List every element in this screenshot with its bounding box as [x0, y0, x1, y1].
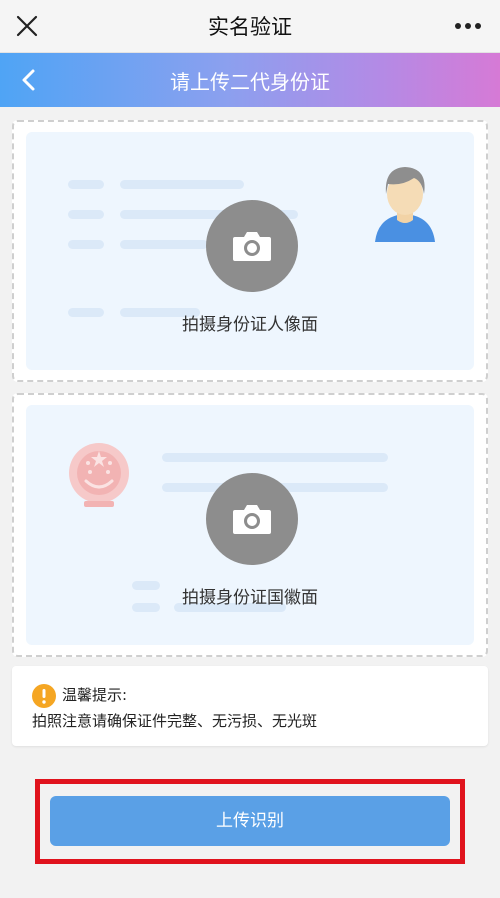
camera-icon	[233, 232, 271, 261]
upload-button[interactable]: 上传识别	[50, 796, 450, 846]
placeholder-line	[68, 240, 104, 249]
placeholder-line	[68, 210, 104, 219]
tip-title: 温馨提示:	[62, 686, 128, 704]
tip-text: 拍照注意请确保证件完整、无污损、无光斑	[32, 712, 318, 730]
placeholder-line	[120, 240, 208, 249]
app-title: 实名验证	[208, 15, 292, 39]
placeholder-line	[162, 453, 388, 462]
camera-button-back[interactable]	[206, 473, 298, 565]
placeholder-line	[120, 180, 244, 189]
id-back-card[interactable]: 拍摄身份证国徽面	[12, 393, 488, 657]
national-emblem-icon	[69, 443, 129, 507]
page-title: 请上传二代身份证	[170, 70, 330, 94]
app-bar: 实名验证	[0, 0, 500, 53]
id-front-card[interactable]: 拍摄身份证人像面	[12, 120, 488, 382]
camera-icon	[233, 505, 271, 534]
camera-button-front[interactable]	[206, 200, 298, 292]
portrait-avatar-icon	[375, 167, 435, 242]
warm-tip: 温馨提示: 拍照注意请确保证件完整、无污损、无光斑	[12, 666, 488, 746]
nav-bar: 请上传二代身份证	[0, 53, 500, 107]
id-back-caption: 拍摄身份证国徽面	[182, 588, 318, 608]
id-front-caption: 拍摄身份证人像面	[182, 315, 318, 335]
more-dots-icon[interactable]	[450, 11, 486, 41]
warning-icon	[32, 684, 56, 708]
placeholder-line	[68, 180, 104, 189]
